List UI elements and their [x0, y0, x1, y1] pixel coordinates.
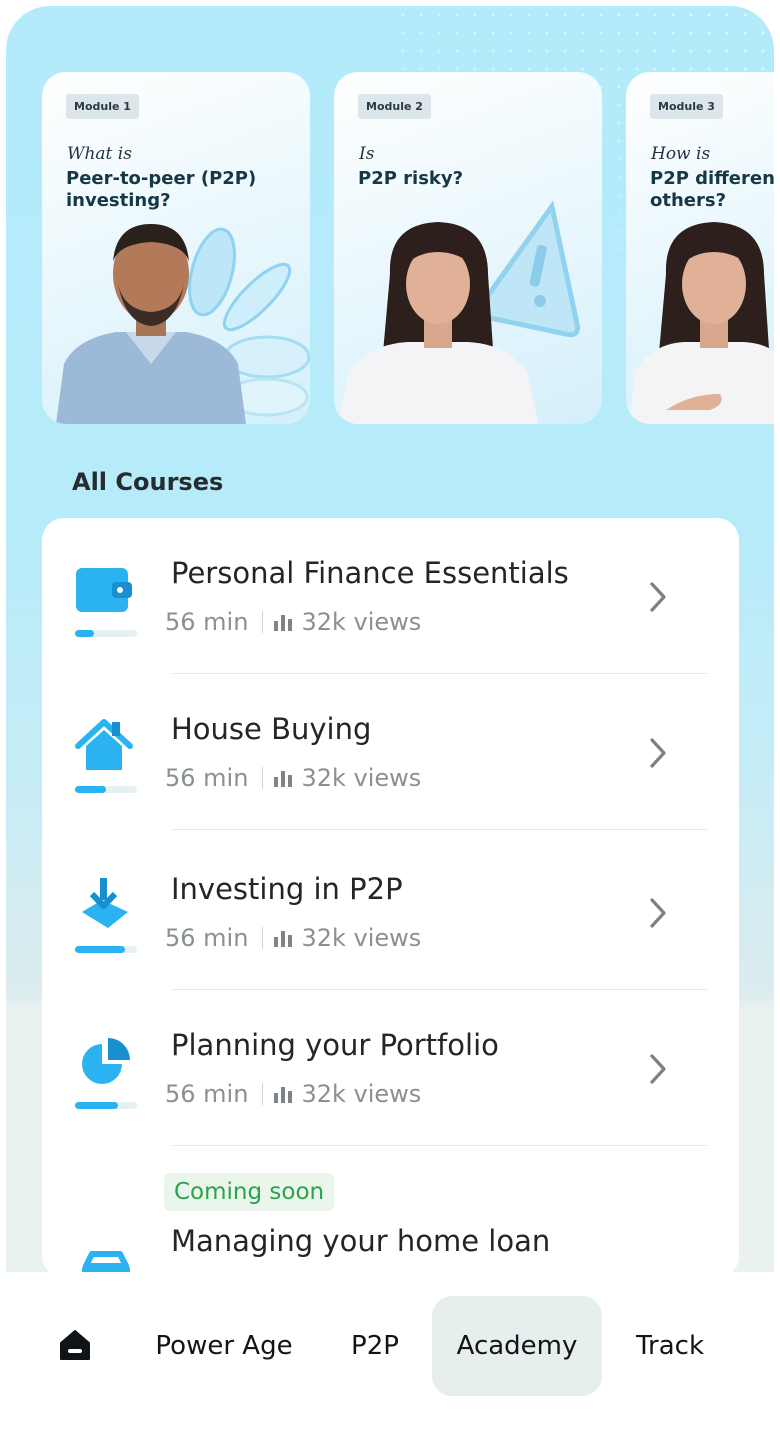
module-kicker: How is	[651, 144, 711, 164]
module-title: P2P different from others?	[650, 168, 774, 211]
course-title: Investing in P2P	[171, 872, 403, 906]
course-duration: 56 min	[165, 764, 249, 792]
module-badge: Module 3	[650, 94, 723, 119]
wallet-icon	[76, 568, 132, 612]
course-meta: 56 min 32k views	[165, 608, 421, 636]
chevron-right-icon[interactable]	[646, 736, 670, 770]
coming-soon-badge: Coming soon	[164, 1173, 335, 1211]
row-divider	[172, 1145, 707, 1146]
module-badge: Module 2	[358, 94, 431, 119]
nav-power-age[interactable]: Power Age	[142, 1296, 306, 1396]
views-bars-icon	[274, 771, 293, 787]
course-list: Personal Finance Essentials 56 min 32k v…	[42, 518, 739, 1280]
course-views: 32k views	[301, 608, 422, 636]
views-bars-icon	[274, 615, 293, 631]
house-icon	[75, 719, 133, 770]
nav-p2p[interactable]: P2P	[338, 1296, 412, 1396]
pie-chart-icon	[82, 1038, 130, 1084]
course-duration: 56 min	[165, 1080, 249, 1108]
course-progress-bar	[75, 1102, 137, 1109]
course-meta: 56 min 32k views	[165, 924, 421, 952]
module-badge: Module 1	[66, 94, 139, 119]
course-title: Personal Finance Essentials	[171, 556, 569, 590]
module-title: Peer-to-peer (P2P) investing?	[66, 168, 257, 211]
course-duration: 56 min	[165, 924, 249, 952]
progress-fill	[75, 630, 94, 637]
module-kicker: Is	[359, 144, 375, 164]
module-card-1[interactable]: Module 1 What is Peer-to-peer (P2P) inve…	[42, 72, 310, 424]
course-views: 32k views	[301, 924, 422, 952]
course-views: 32k views	[301, 1080, 422, 1108]
chevron-right-icon[interactable]	[646, 580, 670, 614]
meta-separator	[262, 611, 264, 633]
course-progress-bar	[75, 630, 137, 637]
module-card-3[interactable]: Module 3 How is P2P different from other…	[626, 72, 774, 424]
course-row-house-buying[interactable]: House Buying 56 min 32k views	[42, 674, 739, 830]
progress-fill	[75, 946, 125, 953]
module-title: P2P risky?	[358, 168, 464, 189]
views-bars-icon	[274, 1087, 293, 1103]
meta-separator	[262, 767, 264, 789]
nav-academy[interactable]: Academy	[432, 1296, 602, 1396]
chevron-right-icon[interactable]	[646, 896, 670, 930]
course-row-personal-finance[interactable]: Personal Finance Essentials 56 min 32k v…	[42, 518, 739, 674]
progress-fill	[75, 786, 106, 793]
instructor-photo	[56, 224, 246, 424]
course-progress-bar	[75, 946, 137, 953]
instructor-photo	[630, 222, 774, 424]
course-progress-bar	[75, 786, 137, 793]
course-duration: 56 min	[165, 608, 249, 636]
course-row-investing-p2p[interactable]: Investing in P2P 56 min 32k views	[42, 834, 739, 990]
meta-separator	[262, 1083, 264, 1105]
course-meta: 56 min 32k views	[165, 764, 421, 792]
course-row-planning-portfolio[interactable]: Planning your Portfolio 56 min 32k views	[42, 990, 739, 1146]
bottom-nav: Power Age P2P Academy Track	[6, 1272, 774, 1440]
module-card-2[interactable]: Module 2 Is P2P risky?	[334, 72, 602, 424]
module-kicker: What is	[67, 144, 132, 164]
course-title: House Buying	[171, 712, 372, 746]
home-icon[interactable]	[58, 1328, 92, 1362]
coming-soon-title: Managing your home loan	[171, 1224, 551, 1258]
course-views: 32k views	[301, 764, 422, 792]
module-carousel[interactable]: Module 1 What is Peer-to-peer (P2P) inve…	[42, 72, 774, 424]
all-courses-heading: All Courses	[72, 468, 224, 496]
progress-fill	[75, 1102, 119, 1109]
views-bars-icon	[274, 931, 293, 947]
course-meta: 56 min 32k views	[165, 1080, 421, 1108]
academy-screen: Module 1 What is Peer-to-peer (P2P) inve…	[6, 6, 774, 1440]
row-divider	[172, 829, 707, 830]
chevron-right-icon[interactable]	[646, 1052, 670, 1086]
download-tray-icon	[82, 878, 128, 928]
course-title: Planning your Portfolio	[171, 1028, 499, 1062]
meta-separator	[262, 927, 264, 949]
nav-track[interactable]: Track	[620, 1296, 720, 1396]
instructor-photo	[338, 222, 538, 424]
